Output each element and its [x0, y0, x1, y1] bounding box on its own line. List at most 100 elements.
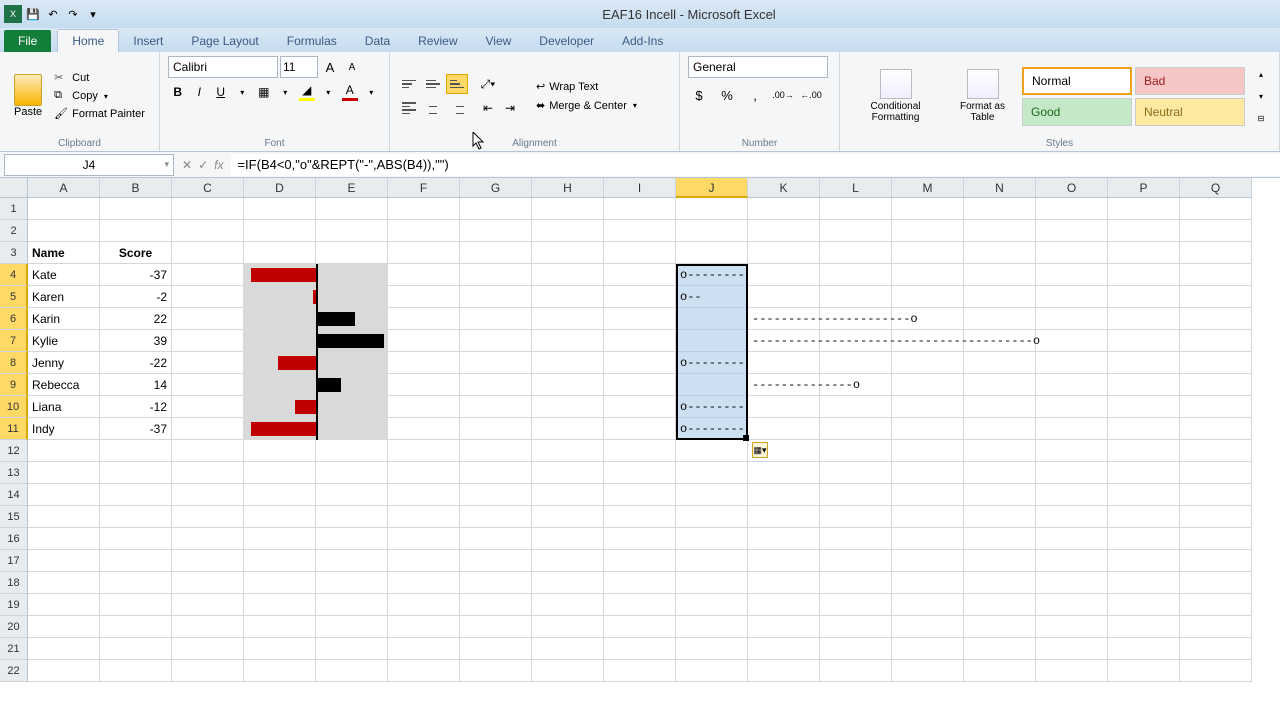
cell[interactable]: [604, 594, 676, 616]
percent-button[interactable]: %: [716, 84, 738, 106]
cell[interactable]: [100, 616, 172, 638]
cell[interactable]: [676, 242, 748, 264]
cell[interactable]: [964, 462, 1036, 484]
cell[interactable]: [676, 462, 748, 484]
cell[interactable]: [388, 572, 460, 594]
col-header-M[interactable]: M: [892, 178, 964, 198]
cell[interactable]: [388, 660, 460, 682]
cell[interactable]: [532, 374, 604, 396]
row-header-16[interactable]: 16: [0, 528, 28, 550]
cell[interactable]: [532, 352, 604, 374]
bold-button[interactable]: B: [168, 82, 188, 102]
cell[interactable]: [532, 660, 604, 682]
cell[interactable]: Jenny: [28, 352, 100, 374]
cell[interactable]: [388, 352, 460, 374]
cell[interactable]: [892, 374, 964, 396]
cell[interactable]: [316, 484, 388, 506]
cell[interactable]: [676, 528, 748, 550]
cell[interactable]: [1036, 286, 1108, 308]
cell[interactable]: [748, 528, 820, 550]
cell[interactable]: [316, 594, 388, 616]
cell[interactable]: [460, 462, 532, 484]
orientation-button[interactable]: ⤢▾: [478, 74, 498, 94]
cell[interactable]: [604, 352, 676, 374]
cell[interactable]: Kate: [28, 264, 100, 286]
cell[interactable]: [1108, 462, 1180, 484]
cell[interactable]: [964, 374, 1036, 396]
cell[interactable]: [388, 528, 460, 550]
cell[interactable]: [460, 572, 532, 594]
grow-font-icon[interactable]: A: [320, 57, 340, 77]
cell[interactable]: [532, 638, 604, 660]
cell[interactable]: [172, 396, 244, 418]
cell[interactable]: [820, 638, 892, 660]
cell[interactable]: [964, 550, 1036, 572]
cell[interactable]: [892, 462, 964, 484]
font-name-select[interactable]: [168, 56, 278, 78]
cell[interactable]: [604, 396, 676, 418]
cell[interactable]: [388, 484, 460, 506]
cell[interactable]: [892, 198, 964, 220]
cell[interactable]: [892, 616, 964, 638]
row-header-18[interactable]: 18: [0, 572, 28, 594]
cell[interactable]: [1108, 330, 1180, 352]
cell[interactable]: [1036, 220, 1108, 242]
cell[interactable]: [460, 396, 532, 418]
cell[interactable]: [604, 308, 676, 330]
cell[interactable]: [100, 550, 172, 572]
cell[interactable]: [1180, 528, 1252, 550]
shrink-font-icon[interactable]: A: [342, 57, 362, 77]
cell[interactable]: [1036, 528, 1108, 550]
cell[interactable]: [604, 616, 676, 638]
cell[interactable]: [388, 616, 460, 638]
tab-view[interactable]: View: [472, 30, 526, 52]
col-header-B[interactable]: B: [100, 178, 172, 198]
cell[interactable]: [316, 550, 388, 572]
row-header-5[interactable]: 5: [0, 286, 28, 308]
cell[interactable]: [100, 198, 172, 220]
cell[interactable]: [676, 220, 748, 242]
cell[interactable]: [388, 440, 460, 462]
cancel-formula-icon[interactable]: ✕: [182, 158, 192, 172]
cell[interactable]: [244, 462, 316, 484]
cell[interactable]: [748, 638, 820, 660]
cell[interactable]: [604, 330, 676, 352]
cell[interactable]: [100, 572, 172, 594]
cell[interactable]: [1108, 572, 1180, 594]
cell[interactable]: [964, 308, 1036, 330]
cell[interactable]: [748, 264, 820, 286]
cell[interactable]: [460, 418, 532, 440]
cell[interactable]: [460, 660, 532, 682]
cell[interactable]: [172, 264, 244, 286]
cell[interactable]: [1180, 374, 1252, 396]
cell[interactable]: [172, 528, 244, 550]
col-header-J[interactable]: J: [676, 178, 748, 198]
cell[interactable]: [892, 396, 964, 418]
cell[interactable]: -37: [100, 264, 172, 286]
cell[interactable]: [1180, 638, 1252, 660]
row-header-13[interactable]: 13: [0, 462, 28, 484]
cell[interactable]: [964, 660, 1036, 682]
cell-styles-gallery[interactable]: Normal Bad Good Neutral: [1022, 67, 1245, 126]
cell[interactable]: [100, 528, 172, 550]
paste-button[interactable]: Paste: [8, 72, 48, 120]
cell[interactable]: [1180, 484, 1252, 506]
cell[interactable]: [244, 198, 316, 220]
cell[interactable]: [244, 616, 316, 638]
cell[interactable]: [892, 528, 964, 550]
cell[interactable]: [1180, 660, 1252, 682]
cell[interactable]: [892, 440, 964, 462]
col-header-H[interactable]: H: [532, 178, 604, 198]
cell[interactable]: [460, 330, 532, 352]
cell[interactable]: [100, 440, 172, 462]
cell[interactable]: Kylie: [28, 330, 100, 352]
cell[interactable]: [676, 572, 748, 594]
cell[interactable]: [892, 264, 964, 286]
cell[interactable]: -22: [100, 352, 172, 374]
cell[interactable]: [604, 374, 676, 396]
cell[interactable]: [748, 616, 820, 638]
format-painter-button[interactable]: 🖌Format Painter: [52, 106, 147, 122]
cell[interactable]: [1108, 264, 1180, 286]
row-header-22[interactable]: 22: [0, 660, 28, 682]
cell[interactable]: [532, 572, 604, 594]
